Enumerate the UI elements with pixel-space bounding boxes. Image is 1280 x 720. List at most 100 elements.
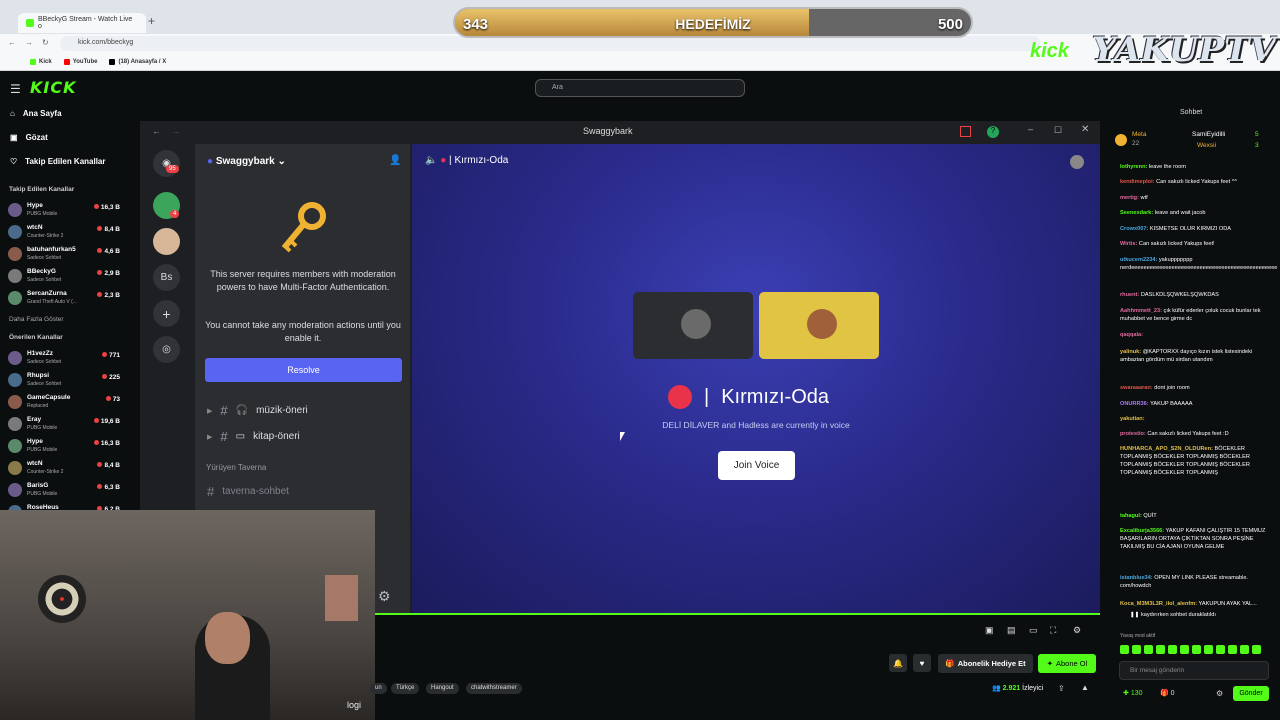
sidebar-channel[interactable]: Eray PUBG Mobile 19,6 B bbox=[8, 415, 123, 435]
nav-browse[interactable]: ▣ Gözat bbox=[10, 133, 48, 142]
back-arrow-icon[interactable]: ← bbox=[152, 126, 161, 136]
help-icon[interactable]: ? bbox=[987, 126, 999, 138]
dm-badge: 95 bbox=[166, 165, 179, 173]
chat-username[interactable]: tahagul: bbox=[1120, 513, 1142, 519]
channel-muzik-oneri[interactable]: ▶ # 🎧 müzik-öneri bbox=[207, 403, 308, 418]
close-icon[interactable]: ✕ bbox=[1081, 124, 1089, 135]
browser-tab[interactable]: BBeckyG Stream - Watch Live o bbox=[18, 13, 146, 33]
wide-icon[interactable]: ▭ bbox=[1029, 625, 1038, 636]
scroll-paused-banner[interactable]: ❚❚ kaydırırken sohbet duraklatıldı bbox=[1130, 611, 1280, 619]
channel-taverna-sohbet[interactable]: # taverna-sohbet bbox=[207, 484, 289, 499]
server-icon-bs[interactable]: Bs bbox=[153, 264, 180, 291]
nav-following[interactable]: ♡ Takip Edilen Kanallar bbox=[10, 157, 106, 166]
server-icon-2[interactable] bbox=[153, 228, 180, 255]
sidebar-channel[interactable]: batuhanfurkan5 Sadece Sohbet 4,6 B bbox=[8, 245, 123, 265]
chat-username[interactable]: Aahhmmett_23: bbox=[1120, 308, 1162, 314]
gear-icon[interactable]: ⚙ bbox=[378, 588, 391, 605]
tag-chip[interactable]: Hangout bbox=[426, 683, 459, 694]
sidebar-channel[interactable]: BBeckyG Sadece Sohbet 2,9 B bbox=[8, 267, 123, 287]
sidebar-channel[interactable]: GameCapsule Replaced 73 bbox=[8, 393, 123, 413]
chat-username[interactable]: mertig: bbox=[1120, 195, 1139, 201]
nav-buttons[interactable]: ←→↻ bbox=[8, 38, 58, 47]
subscribe-button[interactable]: ✦ Abone Ol bbox=[1038, 654, 1096, 673]
chat-username[interactable]: HUNHARCA_APO_S2N_OLDURen: bbox=[1120, 446, 1213, 452]
chat-bubble-icon[interactable] bbox=[1070, 155, 1084, 169]
invite-icon[interactable]: 👤 bbox=[389, 155, 401, 166]
gift-sub-button[interactable]: 🎁 Abonelik Hediye Et bbox=[938, 654, 1033, 673]
maximize-icon[interactable]: ☐ bbox=[1054, 125, 1062, 136]
theater-icon[interactable]: ▤ bbox=[1007, 625, 1016, 636]
show-more-link[interactable]: Daha Fazla Göster bbox=[9, 316, 64, 323]
chat-username[interactable]: swaraaaran: bbox=[1120, 385, 1153, 391]
chat-username[interactable]: qaqqala: bbox=[1120, 332, 1143, 338]
chat-message: rhuent: DASLKDLŞQWKELŞQWKDAS bbox=[1120, 291, 1270, 299]
share-icon[interactable]: ⇪ bbox=[1058, 684, 1065, 693]
chat-username[interactable]: protestio: bbox=[1120, 431, 1146, 437]
fullscreen-icon[interactable]: ⛶ bbox=[1050, 625, 1056, 636]
voice-channel-view bbox=[412, 144, 1100, 614]
chat-username[interactable]: Wirtis: bbox=[1120, 241, 1137, 247]
tag-chip[interactable]: Türkçe bbox=[391, 683, 420, 694]
chat-settings-icon[interactable]: ⚙ bbox=[1216, 689, 1223, 698]
sidebar-channel[interactable]: SercanZurna Grand Theft Auto V (... 2,3 … bbox=[8, 289, 123, 309]
url-bar[interactable]: kick.com/bbeckyg bbox=[60, 36, 1040, 51]
new-tab-button[interactable]: + bbox=[148, 14, 155, 28]
chat-username[interactable]: yakutian: bbox=[1120, 416, 1145, 422]
viewer-count: 225 bbox=[102, 374, 120, 381]
chat-username[interactable]: istanblue34: bbox=[1120, 575, 1153, 581]
sidebar-channel[interactable]: wtcN Counter-Strike 2 8,4 B bbox=[8, 223, 123, 243]
send-button[interactable]: Gönder bbox=[1233, 686, 1269, 701]
gift-count[interactable]: 🎁 0 bbox=[1160, 689, 1175, 697]
menu-icon[interactable]: ☰ bbox=[10, 82, 21, 96]
add-server-icon[interactable]: + bbox=[153, 300, 180, 327]
join-voice-button[interactable]: Join Voice bbox=[718, 451, 795, 480]
bell-icon[interactable]: 🔔 bbox=[889, 654, 907, 672]
explore-icon[interactable]: ◎ bbox=[153, 336, 180, 363]
channel-points[interactable]: ✚ 130 bbox=[1123, 689, 1143, 697]
chat-username[interactable]: lothyrenn: bbox=[1120, 164, 1147, 170]
top-gifters: Meta 22 SamiEyidilli 5 Wexsii 3 bbox=[1110, 128, 1270, 158]
chat-username[interactable]: ONURR36: bbox=[1120, 401, 1149, 407]
bookmark-kick[interactable]: Kick bbox=[30, 58, 52, 65]
chat-username[interactable]: Seenexdark: bbox=[1120, 210, 1153, 216]
chat-message: protestio: Can sakızlı licked Yakups fee… bbox=[1120, 430, 1270, 438]
sidebar-channel[interactable]: Hype PUBG Mobile 16,3 B bbox=[8, 201, 123, 221]
kick-logo[interactable]: KICK bbox=[30, 78, 77, 97]
bookmark-youtube[interactable]: YouTube bbox=[63, 58, 97, 65]
tag-chip[interactable]: chatwithstreamer bbox=[466, 683, 522, 694]
chat-username[interactable]: rhuent: bbox=[1120, 292, 1139, 298]
inbox-icon[interactable] bbox=[960, 126, 971, 137]
minimize-icon[interactable]: – bbox=[1028, 124, 1033, 134]
avatar bbox=[8, 291, 22, 305]
sidebar-channel[interactable]: Rhupsi Sadece Sohbet 225 bbox=[8, 371, 123, 391]
resolve-button[interactable]: Resolve bbox=[205, 358, 402, 382]
bookmark-x[interactable]: (18) Anasayfa / X bbox=[109, 58, 166, 65]
chat-username[interactable]: yalinuk: bbox=[1120, 349, 1141, 355]
pip-icon[interactable]: ▣ bbox=[985, 625, 994, 636]
channel-category[interactable]: Yürüyen Taverna bbox=[206, 463, 266, 472]
avatar bbox=[807, 309, 837, 339]
chat-username[interactable]: Koca_M3M3L3R_ilol_alenfm: bbox=[1120, 601, 1197, 607]
sidebar-channel[interactable]: Hype PUBG Mobile 16,3 B bbox=[8, 437, 123, 457]
chat-username[interactable]: utkucem2234: bbox=[1120, 257, 1157, 263]
forward-arrow-icon[interactable]: → bbox=[171, 126, 180, 136]
gifter-count: 3 bbox=[1255, 142, 1259, 149]
sidebar-channel[interactable]: BarisG PUBG Mobile 6,3 B bbox=[8, 481, 123, 501]
sidebar-channel[interactable]: wtcN Counter-Strike 2 8,4 B bbox=[8, 459, 123, 479]
chat-username[interactable]: Crowx007: bbox=[1120, 226, 1148, 232]
search-input[interactable]: Ara bbox=[535, 79, 745, 97]
discord-home-icon[interactable]: ◉ bbox=[153, 150, 180, 177]
voice-participant-tile bbox=[633, 292, 753, 359]
chat-input[interactable]: Bir mesaj gönderin bbox=[1119, 661, 1269, 680]
channel-kitap-oneri[interactable]: ▶ # ▭ kitap-öneri bbox=[207, 429, 300, 444]
tag-chip[interactable]: un bbox=[370, 683, 387, 694]
report-icon[interactable]: ▲ bbox=[1081, 683, 1089, 692]
nav-home[interactable]: ⌂ Ana Sayfa bbox=[10, 109, 62, 118]
chat-username[interactable]: kendimeploi: bbox=[1120, 179, 1155, 185]
server-name[interactable]: ● Swaggybark ⌄ bbox=[207, 156, 286, 167]
follow-heart-icon[interactable]: ♥ bbox=[913, 654, 931, 672]
emote-row[interactable] bbox=[1120, 645, 1270, 654]
chat-username[interactable]: Excaliburja3566: bbox=[1120, 528, 1164, 534]
settings-icon[interactable]: ⚙ bbox=[1073, 625, 1081, 636]
sidebar-channel[interactable]: H1vezZz Sadece Sohbet 771 bbox=[8, 349, 123, 369]
